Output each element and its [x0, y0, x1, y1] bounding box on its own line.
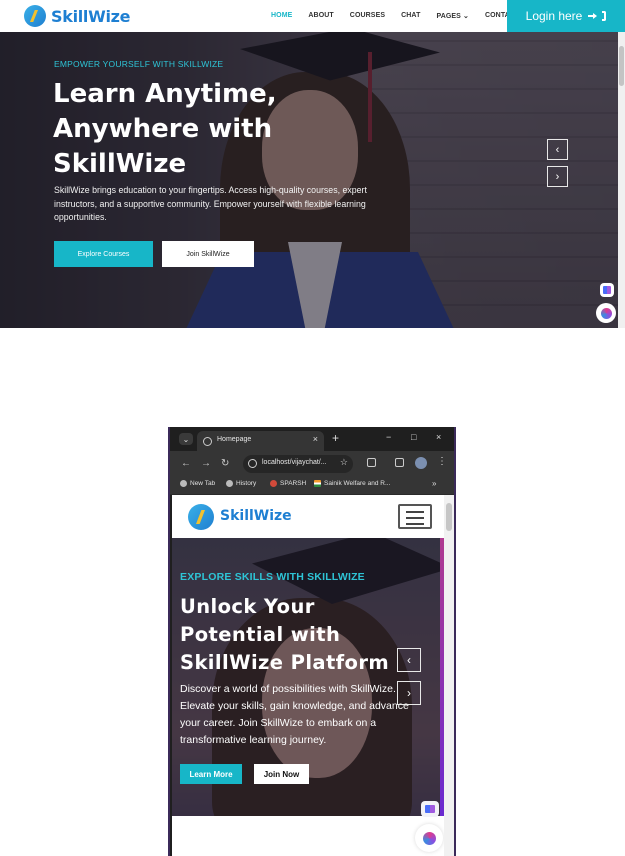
floating-assistant-icon[interactable]: [596, 303, 616, 323]
brand-name[interactable]: SkillWize: [220, 508, 292, 524]
browser-tab-strip: ⌄ Homepage × + − □ ×: [170, 427, 454, 451]
login-button-label: Login here: [525, 9, 583, 23]
logo-icon[interactable]: [188, 504, 214, 530]
close-window-icon[interactable]: ×: [436, 432, 441, 442]
minimize-icon[interactable]: −: [386, 432, 391, 442]
tab-title: Homepage: [217, 436, 252, 443]
bookmark-history[interactable]: History: [226, 480, 256, 487]
bookmark-label: Sainik Welfare and R...: [324, 480, 391, 487]
hero-description: SkillWize brings education to your finge…: [54, 185, 367, 222]
address-bar[interactable]: localhost/vijaychat/... ☆: [243, 455, 353, 473]
join-skillwize-button[interactable]: Join SkillWize: [162, 241, 254, 267]
carousel-prev-button[interactable]: ‹: [547, 139, 568, 160]
floating-widget-icon[interactable]: [421, 801, 439, 817]
hero-title: Unlock Your Potential with SkillWize Pla…: [180, 593, 420, 677]
hamburger-line: [406, 511, 424, 513]
nav-item-chat[interactable]: CHAT: [401, 12, 420, 20]
hamburger-line: [406, 523, 424, 525]
carousel-prev-button[interactable]: ‹: [397, 648, 421, 672]
new-tab-icon: [180, 480, 187, 487]
profile-avatar[interactable]: [415, 457, 427, 469]
desktop-view: SkillWize HOME ABOUT COURSES CHAT PAGES …: [0, 0, 625, 330]
floating-widget-icon[interactable]: [600, 283, 614, 297]
mobile-browser-window: ⌄ Homepage × + − □ × ← → ↻ localhost/vij…: [168, 427, 456, 856]
hero-title-line: Potential with: [180, 623, 341, 646]
page: SkillWize HOME ABOUT COURSES CHAT PAGES …: [0, 0, 625, 856]
hero-kicker: EMPOWER YOURSELF WITH SKILLWIZE: [54, 59, 224, 69]
brand-name: SkillWize: [51, 6, 131, 26]
close-tab-icon[interactable]: ×: [313, 434, 318, 444]
globe-icon: [203, 437, 212, 446]
login-button[interactable]: Login here: [507, 0, 625, 32]
reload-icon[interactable]: ↻: [221, 458, 229, 469]
hamburger-menu-button[interactable]: [398, 504, 432, 529]
hamburger-line: [406, 517, 424, 519]
bookmark-new-tab[interactable]: New Tab: [180, 480, 215, 487]
sign-in-bracket-icon: [602, 11, 607, 21]
bookmark-label: History: [236, 480, 257, 487]
bookmarks-bar: New Tab History SPARSH Sainik Welfare an…: [170, 477, 454, 495]
carousel-next-button[interactable]: ›: [547, 166, 568, 187]
nav-item-pages-dropdown[interactable]: PAGES: [436, 12, 469, 20]
chevron-left-icon: ‹: [407, 653, 411, 667]
page-scrollbar[interactable]: [618, 32, 625, 328]
side-panel-icon[interactable]: [395, 458, 404, 467]
hero-description: Discover a world of possibilities with S…: [180, 683, 409, 746]
learn-more-button[interactable]: Learn More: [180, 764, 242, 784]
chevron-right-icon: ›: [555, 170, 560, 183]
site-info-icon[interactable]: [248, 459, 257, 468]
mobile-navbar: SkillWize: [172, 495, 444, 538]
top-navbar: SkillWize HOME ABOUT COURSES CHAT PAGES …: [0, 0, 625, 32]
bookmark-star-icon[interactable]: ☆: [340, 457, 348, 468]
new-tab-icon[interactable]: +: [332, 431, 339, 445]
bookmarks-more-icon[interactable]: »: [432, 479, 436, 488]
hero-carousel: EMPOWER YOURSELF WITH SKILLWIZE Learn An…: [0, 32, 618, 328]
mobile-hero-carousel: EXPLORE SKILLS WITH SKILLWIZE Unlock You…: [172, 538, 444, 816]
main-menu: HOME ABOUT COURSES CHAT PAGES CONTACT: [271, 12, 535, 20]
history-icon: [226, 480, 233, 487]
bookmark-label: SPARSH: [280, 480, 307, 487]
carousel-next-button[interactable]: ›: [397, 681, 421, 705]
sparsh-icon: [270, 480, 277, 487]
nav-item-home[interactable]: HOME: [271, 12, 292, 20]
back-icon[interactable]: ←: [181, 458, 191, 469]
explore-courses-button[interactable]: Explore Courses: [54, 241, 153, 267]
browser-tab[interactable]: Homepage ×: [197, 431, 324, 451]
browser-toolbar: ← → ↻ localhost/vijaychat/... ☆ ⋮: [170, 451, 454, 477]
hero-title-line: Unlock Your: [180, 595, 315, 618]
chevron-right-icon: ›: [407, 686, 411, 700]
bookmark-label: New Tab: [190, 480, 216, 487]
india-flag-icon: [314, 480, 321, 487]
chevron-left-icon: ‹: [555, 143, 560, 156]
sign-in-icon: [588, 11, 600, 21]
bookmark-sainik-welfare[interactable]: Sainik Welfare and R...: [314, 480, 390, 487]
hero-title-line: SkillWize Platform: [180, 651, 390, 674]
mobile-page-scrollbar[interactable]: [444, 495, 454, 856]
hero-kicker: EXPLORE SKILLS WITH SKILLWIZE: [180, 571, 365, 583]
nav-item-about[interactable]: ABOUT: [308, 12, 333, 20]
join-now-button[interactable]: Join Now: [254, 764, 309, 784]
maximize-icon[interactable]: □: [411, 432, 416, 442]
mobile-page-viewport: SkillWize EXPLORE SKILLS WITH SKILLWIZE …: [172, 495, 454, 856]
floating-assistant-icon[interactable]: [415, 824, 443, 852]
bookmark-sparsh[interactable]: SPARSH: [270, 480, 306, 487]
brand-logo[interactable]: SkillWize: [24, 5, 131, 27]
extensions-icon[interactable]: [367, 458, 376, 467]
nav-item-courses[interactable]: COURSES: [350, 12, 385, 20]
url-text: localhost/vijaychat/...: [262, 459, 327, 466]
logo-icon: [24, 5, 46, 27]
hero-title: Learn Anytime, Anywhere with SkillWize: [53, 79, 277, 179]
tab-search-icon[interactable]: ⌄: [179, 433, 193, 445]
browser-menu-icon[interactable]: ⋮: [437, 456, 447, 467]
forward-icon[interactable]: →: [201, 458, 211, 469]
